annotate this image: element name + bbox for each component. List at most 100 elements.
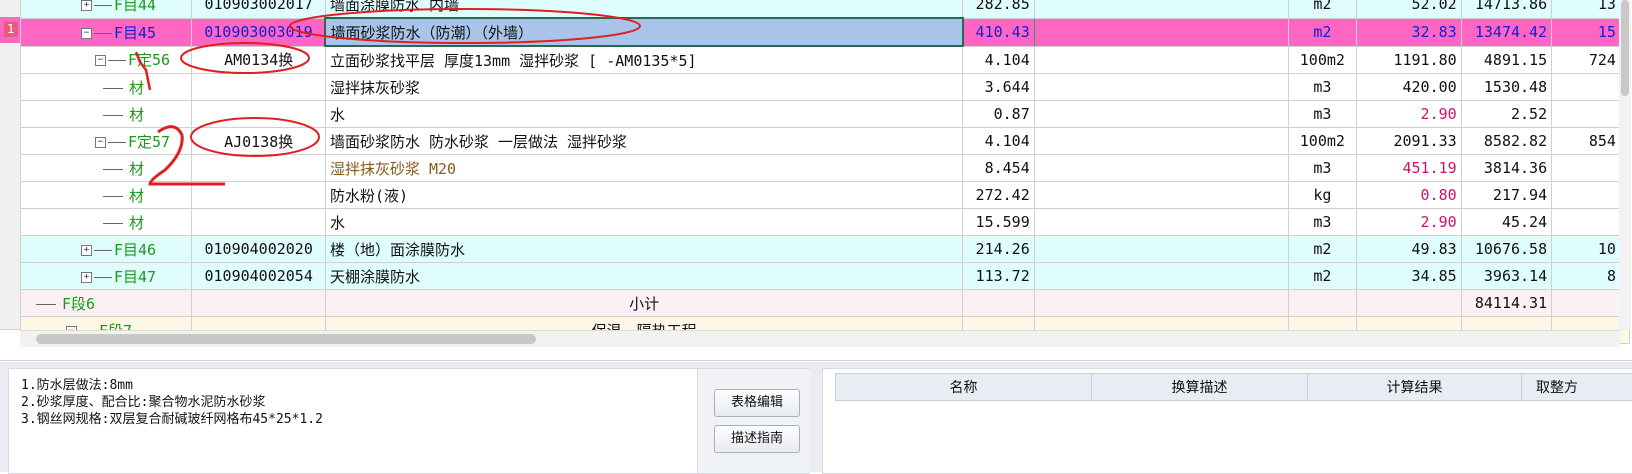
row-header[interactable]: [0, 0, 20, 18]
cell-total[interactable]: 1530.48: [1461, 74, 1551, 101]
cell-price[interactable]: 52.02: [1356, 0, 1461, 18]
cell-blank[interactable]: [1034, 209, 1288, 236]
cell-name[interactable]: 立面砂浆找平层 厚度13mm 湿拌砂浆 [ -AM0135*5]: [325, 46, 962, 74]
cell-name[interactable]: 天棚涂膜防水: [325, 263, 962, 290]
cell-item[interactable]: AJ0138换: [192, 128, 326, 155]
cell-item[interactable]: [192, 101, 326, 128]
row-header[interactable]: [0, 251, 20, 278]
cell-name[interactable]: 墙面砂浆防水（防潮）（外墙）: [325, 18, 962, 46]
cell-blank[interactable]: [1034, 182, 1288, 209]
cell-item[interactable]: [192, 209, 326, 236]
vertical-scrollbar[interactable]: [1619, 0, 1631, 330]
cell-name[interactable]: 水: [325, 209, 962, 236]
cell-unit[interactable]: m2: [1289, 0, 1356, 18]
cell-name[interactable]: 小计: [325, 290, 962, 317]
cell-code[interactable]: F段6: [21, 290, 192, 317]
cell-total[interactable]: 8582.82: [1461, 128, 1551, 155]
cell-extra[interactable]: 8.: [1552, 263, 1630, 290]
table-row[interactable]: F段6 小计 84114.31: [21, 290, 1630, 317]
cell-unit[interactable]: kg: [1289, 182, 1356, 209]
cell-total[interactable]: 13474.42: [1461, 18, 1551, 46]
row-header[interactable]: [0, 199, 20, 226]
cell-price[interactable]: 1191.80: [1356, 46, 1461, 74]
row-header[interactable]: [0, 121, 20, 148]
cell-qty[interactable]: 4.104: [963, 46, 1035, 74]
cell-price[interactable]: 2091.33: [1356, 128, 1461, 155]
expand-icon[interactable]: +: [81, 272, 92, 283]
table-row[interactable]: −F定56AM0134换立面砂浆找平层 厚度13mm 湿拌砂浆 [ -AM013…: [21, 46, 1630, 74]
cell-unit[interactable]: m3: [1289, 209, 1356, 236]
cell-code[interactable]: 材: [21, 209, 192, 236]
cell-price[interactable]: 49.83: [1356, 236, 1461, 263]
cell-total[interactable]: 217.94: [1461, 182, 1551, 209]
cell-qty[interactable]: 282.85: [963, 0, 1035, 18]
expand-icon[interactable]: +: [81, 0, 92, 11]
collapse-icon[interactable]: −: [81, 28, 92, 39]
cell-item[interactable]: 010903002017: [192, 0, 326, 18]
cell-code[interactable]: 材: [21, 74, 192, 101]
cell-extra[interactable]: [1552, 209, 1630, 236]
table-row[interactable]: +F目46010904002020楼（地）面涂膜防水214.26m249.831…: [21, 236, 1630, 263]
cell-qty[interactable]: 113.72: [963, 263, 1035, 290]
cell-name[interactable]: 防水粉(液): [325, 182, 962, 209]
cell-blank[interactable]: [1034, 46, 1288, 74]
cell-price[interactable]: 2.90: [1356, 209, 1461, 236]
cell-qty[interactable]: 0.87: [963, 101, 1035, 128]
cell-extra[interactable]: [1552, 74, 1630, 101]
cell-qty[interactable]: 4.104: [963, 128, 1035, 155]
scroll-thumb[interactable]: [36, 334, 536, 344]
scroll-thumb[interactable]: [1621, 0, 1629, 96]
row-header[interactable]: [0, 69, 20, 96]
table-row[interactable]: 材水0.87m32.902.52: [21, 101, 1630, 128]
cell-price[interactable]: [1356, 290, 1461, 317]
row-header[interactable]: 1: [0, 17, 20, 44]
cell-code[interactable]: 材: [21, 101, 192, 128]
cell-item[interactable]: 010903003019: [192, 18, 326, 46]
cell-total[interactable]: 84114.31: [1461, 290, 1551, 317]
collapse-icon[interactable]: −: [95, 55, 106, 66]
cell-blank[interactable]: [1034, 74, 1288, 101]
row-header[interactable]: [0, 147, 20, 174]
cell-blank[interactable]: [1034, 263, 1288, 290]
cell-name[interactable]: 湿拌抹灰砂浆 M20: [325, 155, 962, 182]
expand-icon[interactable]: +: [81, 245, 92, 256]
cell-total[interactable]: 14713.86: [1461, 0, 1551, 18]
table-row[interactable]: 材湿拌抹灰砂浆 M208.454m3451.193814.36: [21, 155, 1630, 182]
cell-unit[interactable]: m3: [1289, 101, 1356, 128]
cell-extra[interactable]: [1552, 101, 1630, 128]
column-header-conversion[interactable]: 换算描述: [1092, 374, 1308, 401]
cell-code[interactable]: 材: [21, 182, 192, 209]
cell-unit[interactable]: m3: [1289, 155, 1356, 182]
cell-code[interactable]: −F目45: [21, 18, 192, 46]
table-row[interactable]: 材防水粉(液)272.42kg0.80217.94: [21, 182, 1630, 209]
row-header[interactable]: [0, 43, 20, 70]
cell-name[interactable]: 湿拌抹灰砂浆: [325, 74, 962, 101]
cell-item[interactable]: 010904002054: [192, 263, 326, 290]
row-header[interactable]: [0, 225, 20, 252]
cell-qty[interactable]: 15.599: [963, 209, 1035, 236]
cell-extra[interactable]: [1552, 182, 1630, 209]
cell-item[interactable]: [192, 182, 326, 209]
cell-item[interactable]: 010904002020: [192, 236, 326, 263]
cell-item[interactable]: AM0134换: [192, 46, 326, 74]
cell-code[interactable]: +F目44: [21, 0, 192, 18]
cell-price[interactable]: 32.83: [1356, 18, 1461, 46]
cell-blank[interactable]: [1034, 101, 1288, 128]
cell-blank[interactable]: [1034, 0, 1288, 18]
cell-total[interactable]: 3963.14: [1461, 263, 1551, 290]
cell-extra[interactable]: 15.: [1552, 18, 1630, 46]
cell-qty[interactable]: 3.644: [963, 74, 1035, 101]
table-row[interactable]: 材水15.599m32.9045.24: [21, 209, 1630, 236]
cell-blank[interactable]: [1034, 18, 1288, 46]
cell-name[interactable]: 楼（地）面涂膜防水: [325, 236, 962, 263]
cell-name[interactable]: 墙面砂浆防水 防水砂浆 一层做法 湿拌砂浆: [325, 128, 962, 155]
cell-price[interactable]: 451.19: [1356, 155, 1461, 182]
column-header-name[interactable]: 名称: [836, 374, 1092, 401]
cell-unit[interactable]: m2: [1289, 236, 1356, 263]
table-row[interactable]: +F目44010903002017墙面涂膜防水 内墙282.85m252.021…: [21, 0, 1630, 18]
cell-extra[interactable]: 10.: [1552, 236, 1630, 263]
cell-code[interactable]: +F目47: [21, 263, 192, 290]
cell-blank[interactable]: [1034, 128, 1288, 155]
horizontal-scrollbar[interactable]: [20, 330, 1620, 347]
cell-price[interactable]: 34.85: [1356, 263, 1461, 290]
